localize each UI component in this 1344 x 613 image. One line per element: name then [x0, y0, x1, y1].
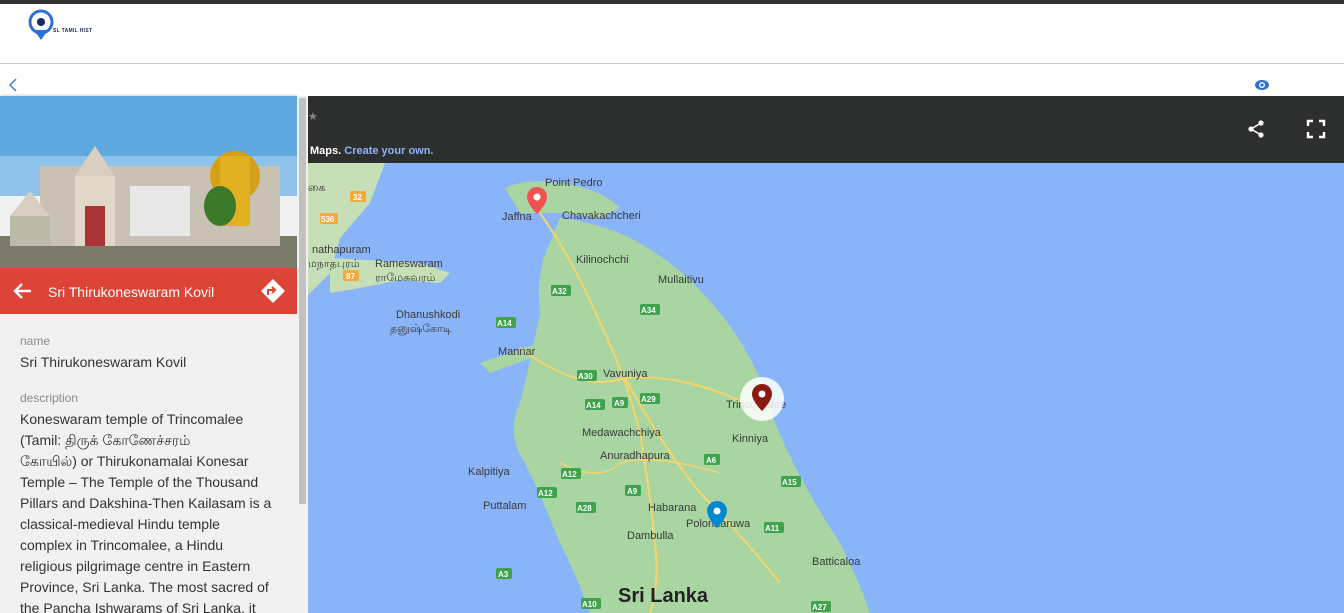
place-label: Vavuniya	[603, 368, 648, 380]
description-line: classical-medieval Hindu temple	[20, 516, 220, 532]
map-credit: Maps. Create your own.	[310, 145, 434, 157]
eye-icon[interactable]	[1254, 78, 1270, 92]
name-label: name	[20, 334, 51, 348]
description-line: complex in Trincomalee, a Hindu	[20, 537, 224, 553]
place-label: தனுஷ்கோடி	[390, 323, 452, 335]
road-label: A9	[614, 399, 625, 408]
road-label: A34	[641, 306, 656, 315]
description-line: Koneswaram temple of Trincomalee	[20, 411, 244, 427]
road-label: A6	[706, 456, 717, 465]
place-label: Habarana	[648, 502, 697, 514]
road-label: A28	[577, 504, 592, 513]
road-label: 32	[353, 193, 362, 202]
road-label: 536	[321, 215, 335, 224]
road-label: A9	[627, 487, 638, 496]
road-label: A12	[538, 489, 553, 498]
description-line: Temple – The Temple of the Thousand	[20, 474, 259, 490]
logo-text: SL TAMIL HIST	[53, 28, 93, 34]
place-label: Kalpitiya	[468, 466, 510, 478]
description-line: religious pilgrimage centre in Eastern	[20, 558, 251, 574]
place-label: ராமேசுவரம்	[375, 272, 435, 284]
place-label: Point Pedro	[545, 177, 602, 189]
place-label: Mannar	[498, 346, 536, 358]
arrow-back-icon[interactable]	[12, 280, 34, 302]
road-label: A29	[641, 395, 656, 404]
place-label: Dhanushkodi	[396, 309, 460, 321]
description-value: Koneswaram temple of Trincomalee (Tamil:…	[20, 409, 276, 613]
road-label: A14	[586, 401, 601, 410]
description-line: (Tamil: திருக் கோணேச்சரம்	[20, 432, 191, 448]
road-label: A3	[498, 570, 509, 579]
name-value: Sri Thirukoneswaram Kovil	[20, 354, 187, 370]
road-label: A12	[562, 470, 577, 479]
site-logo[interactable]	[26, 8, 96, 44]
share-icon[interactable]	[1246, 119, 1266, 139]
place-label: Kinniya	[732, 433, 769, 445]
place-label: Dambulla	[627, 530, 674, 542]
place-label: Kilinochchi	[576, 254, 629, 266]
place-label: Chavakachcheri	[562, 210, 641, 222]
panel-title: Sri Thirukoneswaram Kovil	[48, 284, 215, 300]
place-label: nathapuram	[312, 244, 371, 256]
description-line: கோயில்) or Thirukonamalai Konesar	[20, 453, 249, 469]
road-label: A32	[552, 287, 567, 296]
road-label: A14	[497, 319, 512, 328]
fullscreen-icon[interactable]	[1306, 119, 1326, 139]
place-label: Jaffna	[502, 211, 533, 223]
description-line: Pillars and Dakshina-Then Kailasam is a	[20, 495, 272, 511]
place-label: Medawachchiya	[582, 427, 662, 439]
directions-icon[interactable]	[260, 278, 286, 304]
road-label: A27	[812, 603, 827, 612]
description-line: the Pancha Ishwarams of Sri Lanka, it	[20, 600, 256, 613]
star-icon[interactable]: ★	[308, 110, 318, 123]
place-label: Anuradhapura	[600, 450, 671, 462]
scrollbar-thumb[interactable]	[299, 98, 306, 504]
site-header: SL TAMIL HIST	[0, 4, 1344, 64]
place-detail-panel: Sri Thirukoneswaram Kovil name Sri Thiru…	[0, 96, 297, 613]
road-label: A10	[582, 600, 597, 609]
place-label: Mullaitivu	[658, 274, 704, 286]
temple-photo	[0, 96, 297, 268]
road-label: A15	[782, 478, 797, 487]
place-label: கை	[308, 182, 325, 194]
description-line: Province, Sri Lanka. The most sacred of	[20, 579, 269, 595]
create-map-link[interactable]: Create your own.	[344, 145, 433, 157]
road-label: A11	[765, 524, 780, 533]
place-label: Batticaloa	[812, 556, 861, 568]
map-pin-icon[interactable]	[740, 377, 784, 421]
place-label: Rameswaram	[375, 258, 443, 270]
road-label: 87	[346, 272, 355, 281]
road-label: A30	[578, 372, 593, 381]
back-chevron-icon[interactable]	[7, 76, 19, 94]
description-label: description	[20, 391, 79, 405]
region-label: Sri Lanka	[618, 585, 709, 607]
map-credit-prefix: Maps.	[310, 145, 342, 157]
place-label: மநாதபுரம்	[308, 258, 360, 270]
sub-toolbar	[0, 64, 1344, 96]
place-label: Puttalam	[483, 500, 526, 512]
